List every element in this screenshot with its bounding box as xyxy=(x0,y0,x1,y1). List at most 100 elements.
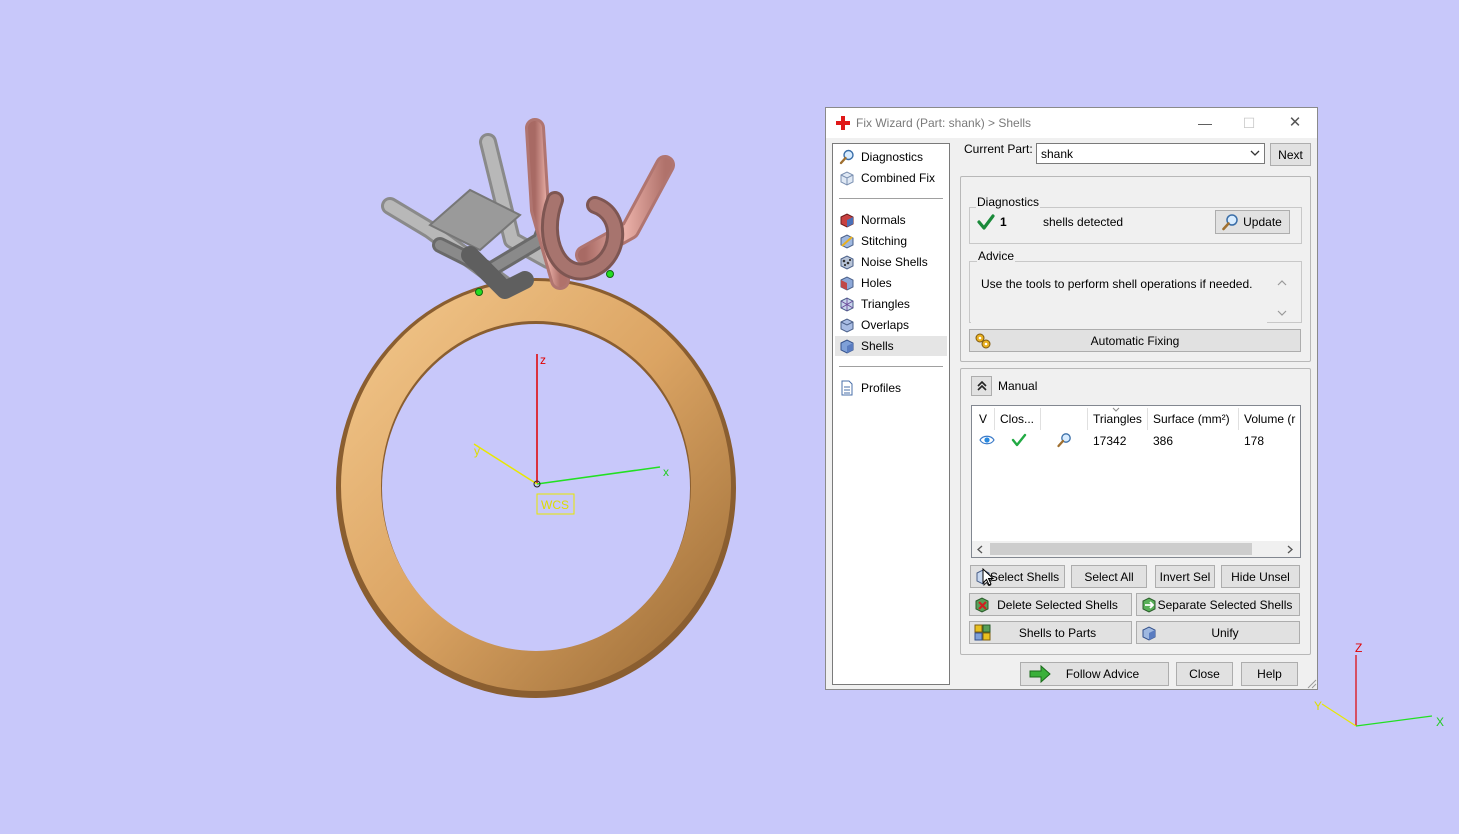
column-divider xyxy=(1040,408,1041,430)
normals-icon xyxy=(840,213,854,228)
next-button-label: Next xyxy=(1278,147,1303,162)
title-bar[interactable]: Fix Wizard (Part: shank) > Shells — ☐ ✕ xyxy=(826,108,1317,138)
hide-unsel-button[interactable]: Hide Unsel xyxy=(1221,565,1300,588)
unify-label: Unify xyxy=(1211,625,1239,640)
overlaps-icon xyxy=(840,318,854,333)
follow-advice-label: Follow Advice xyxy=(1065,667,1140,681)
nav-item-overlaps[interactable]: Overlaps xyxy=(835,315,947,335)
delete-selected-shells-button[interactable]: Delete Selected Shells xyxy=(969,593,1132,616)
cell-triangles: 17342 xyxy=(1093,434,1127,448)
next-button[interactable]: Next xyxy=(1270,143,1311,166)
cell-surface: 386 xyxy=(1153,434,1174,448)
fix-wizard-nav: Diagnostics Combined Fix Normals Stitchi… xyxy=(832,143,950,685)
shells-icon xyxy=(840,339,854,354)
corner-axis-triad: Z X Y xyxy=(1314,641,1444,729)
update-button-label: Update xyxy=(1243,215,1282,229)
nav-item-profiles[interactable]: Profiles xyxy=(835,378,947,398)
chevron-double-up-icon xyxy=(977,381,987,391)
shells-detected-text: shells detected xyxy=(1043,215,1124,229)
column-header-closed[interactable]: Clos... xyxy=(1000,412,1034,426)
nav-label: Combined Fix xyxy=(861,171,936,185)
scroll-down-icon[interactable] xyxy=(1277,309,1287,317)
update-button[interactable]: Update xyxy=(1215,210,1290,234)
nav-item-noise-shells[interactable]: Noise Shells xyxy=(835,252,947,272)
follow-advice-button[interactable]: Follow Advice xyxy=(1020,662,1169,686)
nav-separator xyxy=(839,198,943,199)
close-label: Close xyxy=(1189,667,1220,681)
nav-item-normals[interactable]: Normals xyxy=(835,210,947,230)
profiles-icon xyxy=(841,380,853,396)
current-part-select[interactable]: shank xyxy=(1036,143,1265,164)
nav-item-combined-fix[interactable]: Combined Fix xyxy=(835,168,947,188)
minimize-button[interactable]: — xyxy=(1194,113,1216,133)
automatic-fixing-button[interactable]: Automatic Fixing xyxy=(969,329,1301,352)
eye-icon[interactable] xyxy=(979,433,995,447)
corner-axis-x: X xyxy=(1436,715,1444,729)
unify-button[interactable]: Unify xyxy=(1136,621,1300,644)
nav-label: Triangles xyxy=(861,297,910,311)
separate-selected-shells-button[interactable]: Separate Selected Shells xyxy=(1136,593,1300,616)
scroll-right-icon[interactable] xyxy=(1286,545,1294,554)
nav-label: Overlaps xyxy=(861,318,910,332)
scrollbar-thumb[interactable] xyxy=(990,543,1252,555)
corner-axis-y: Y xyxy=(1314,699,1322,713)
nav-label: Diagnostics xyxy=(861,150,924,164)
nav-label: Normals xyxy=(861,213,906,227)
nav-label: Shells xyxy=(861,339,894,353)
help-button[interactable]: Help xyxy=(1241,662,1298,686)
chevron-down-icon xyxy=(1250,150,1260,156)
select-all-button[interactable]: Select All xyxy=(1071,565,1147,588)
column-header-triangles[interactable]: Triangles xyxy=(1093,412,1142,426)
shells-table[interactable]: V Clos... Triangles Surface (mm²) Volume… xyxy=(971,405,1301,558)
diagnostics-group-title: Diagnostics xyxy=(976,195,1041,209)
noise-shells-icon xyxy=(840,255,854,270)
shells-to-parts-label: Shells to Parts xyxy=(1018,625,1097,640)
invert-sel-label: Invert Sel xyxy=(1159,569,1211,584)
magnifier-icon[interactable] xyxy=(1056,432,1072,448)
collapse-manual-button[interactable] xyxy=(971,376,992,396)
column-header-volume[interactable]: Volume (r xyxy=(1244,412,1295,426)
dialog-title: Fix Wizard (Part: shank) > Shells xyxy=(856,116,1032,130)
wcs-axis-y: y xyxy=(474,444,480,458)
advice-text: Use the tools to perform shell operation… xyxy=(981,277,1253,291)
nav-label: Noise Shells xyxy=(861,255,928,269)
select-shells-label: Select Shells xyxy=(989,569,1060,584)
manual-title: Manual xyxy=(998,379,1038,393)
nav-item-stitching[interactable]: Stitching xyxy=(835,231,947,251)
advice-group: Use the tools to perform shell operation… xyxy=(969,261,1302,328)
close-window-button[interactable]: ✕ xyxy=(1284,113,1306,133)
close-button[interactable]: Close xyxy=(1176,662,1233,686)
advice-group-title: Advice xyxy=(977,249,1016,263)
resize-grip-icon[interactable] xyxy=(1305,677,1317,689)
nav-item-holes[interactable]: Holes xyxy=(835,273,947,293)
maximize-button[interactable]: ☐ xyxy=(1238,113,1260,133)
combined-fix-icon xyxy=(840,171,854,186)
column-divider xyxy=(994,408,995,430)
nav-separator xyxy=(839,366,943,367)
column-header-visible[interactable]: V xyxy=(979,412,987,426)
selection-marker xyxy=(475,288,483,296)
scroll-up-icon[interactable] xyxy=(1277,279,1287,287)
wcs-label: WCS xyxy=(541,498,569,512)
column-divider xyxy=(1238,408,1239,430)
nav-item-shells[interactable]: Shells xyxy=(835,336,947,356)
current-part-value: shank xyxy=(1041,147,1074,161)
rose-prong-head[interactable] xyxy=(525,118,675,290)
hide-unsel-label: Hide Unsel xyxy=(1231,569,1290,584)
nav-item-triangles[interactable]: Triangles xyxy=(835,294,947,314)
automatic-fixing-label: Automatic Fixing xyxy=(1090,333,1180,348)
nav-label: Stitching xyxy=(861,234,908,248)
scroll-left-icon[interactable] xyxy=(976,545,984,554)
column-header-surface[interactable]: Surface (mm²) xyxy=(1153,412,1230,426)
shells-to-parts-button[interactable]: Shells to Parts xyxy=(969,621,1132,644)
ring-shank[interactable] xyxy=(336,278,736,698)
nav-item-diagnostics[interactable]: Diagnostics xyxy=(835,147,947,167)
nav-label: Profiles xyxy=(861,381,902,395)
invert-sel-button[interactable]: Invert Sel xyxy=(1155,565,1215,588)
app-cross-icon xyxy=(836,116,850,130)
advice-text-area[interactable]: Use the tools to perform shell operation… xyxy=(971,274,1287,328)
horizontal-scrollbar[interactable] xyxy=(972,541,1300,557)
magnifier-icon xyxy=(839,149,854,165)
checkmark-icon xyxy=(977,214,995,230)
wcs-axis-x: x xyxy=(663,465,669,479)
